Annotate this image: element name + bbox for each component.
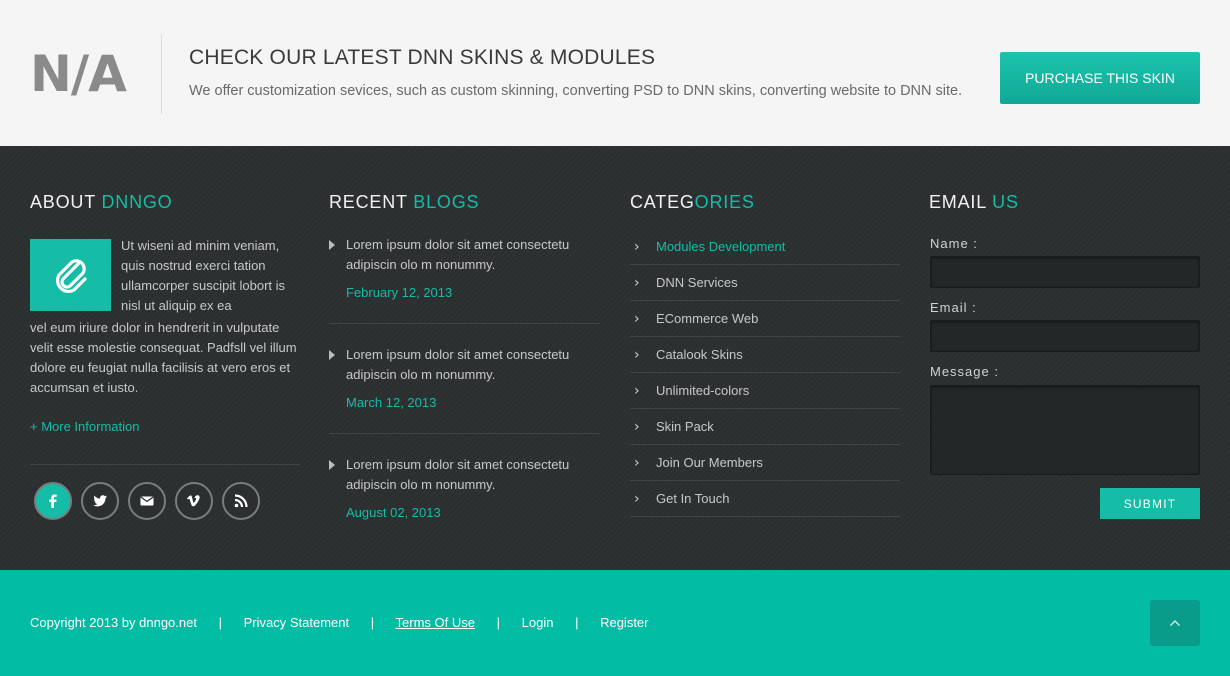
login-link[interactable]: Login <box>522 615 554 630</box>
email-us-title: EMAIL US <box>929 192 1019 213</box>
separator: | <box>370 615 375 630</box>
blog-date: February 12, 2013 <box>346 285 453 300</box>
promo-banner: N/A CHECK OUR LATEST DNN SKINS & MODULES… <box>0 0 1230 146</box>
chevron-right-icon: › <box>634 311 640 327</box>
message-label: Message : <box>930 364 999 379</box>
site-logo[interactable]: N/A <box>30 44 127 104</box>
category-label: Join Our Members <box>656 455 763 470</box>
chevron-right-icon: › <box>634 419 640 435</box>
banner-subtitle: We offer customization sevices, such as … <box>189 83 963 99</box>
triangle-right-icon <box>329 460 335 470</box>
separator: | <box>496 615 500 630</box>
chevron-up-icon <box>1170 620 1180 626</box>
submit-button[interactable]: SUBMIT <box>1100 488 1200 519</box>
blog-date: August 02, 2013 <box>346 505 441 520</box>
privacy-statement-link[interactable]: Privacy Statement <box>244 615 350 630</box>
blogs-title-highlight: BLOGS <box>413 192 480 212</box>
category-item[interactable]: › Catalook Skins <box>630 337 900 373</box>
rss-icon[interactable] <box>222 482 260 520</box>
category-item[interactable]: › ECommerce Web <box>630 301 900 337</box>
facebook-icon[interactable] <box>34 482 72 520</box>
email-field[interactable] <box>930 320 1200 352</box>
email-title-text: EMAIL <box>929 192 993 212</box>
category-item[interactable]: › DNN Services <box>630 265 900 301</box>
chevron-right-icon: › <box>634 383 640 399</box>
blog-divider <box>329 433 600 434</box>
paperclip-icon <box>30 239 111 311</box>
category-item[interactable]: › Modules Development <box>630 229 900 265</box>
banner-divider <box>161 34 162 114</box>
back-to-top-button[interactable] <box>1150 600 1200 646</box>
email-title-highlight: US <box>992 192 1019 212</box>
mail-icon[interactable] <box>128 482 166 520</box>
about-text-body: vel eum iriure dolor in hendrerit in vul… <box>30 320 297 395</box>
category-item[interactable]: › Join Our Members <box>630 445 900 481</box>
categories-title-text: CATEG <box>630 192 695 212</box>
purchase-skin-button[interactable]: PURCHASE THIS SKIN <box>1000 52 1200 104</box>
bottom-bar: Copyright 2013 by dnngo.net | Privacy St… <box>0 570 1230 676</box>
message-field[interactable] <box>930 385 1200 475</box>
chevron-right-icon: › <box>634 455 640 471</box>
terms-of-use-link[interactable]: Terms Of Use <box>396 615 475 630</box>
category-label: Get In Touch <box>656 491 730 506</box>
about-title: ABOUT DNNGO <box>30 192 172 213</box>
triangle-right-icon <box>329 350 335 360</box>
category-label: Unlimited-colors <box>656 383 750 398</box>
twitter-icon[interactable] <box>81 482 119 520</box>
category-item[interactable]: › Get In Touch <box>630 481 900 517</box>
footer-widgets: ABOUT DNNGO Ut wiseni ad minim veniam, q… <box>0 146 1230 570</box>
category-item[interactable]: › Unlimited-colors <box>630 373 900 409</box>
footer-links: Copyright 2013 by dnngo.net | Privacy St… <box>30 615 649 630</box>
name-field[interactable] <box>930 256 1200 288</box>
banner-title: CHECK OUR LATEST DNN SKINS & MODULES <box>189 46 656 69</box>
triangle-right-icon <box>329 240 335 250</box>
register-link[interactable]: Register <box>600 615 648 630</box>
blog-link[interactable]: Lorem ipsum dolor sit amet consectetu ad… <box>346 345 601 385</box>
about-title-text: ABOUT <box>30 192 102 212</box>
categories-title: CATEGORIES <box>630 192 755 213</box>
blog-link[interactable]: Lorem ipsum dolor sit amet consectetu ad… <box>346 235 601 275</box>
categories-title-highlight: ORIES <box>694 192 755 212</box>
category-label: Skin Pack <box>656 419 714 434</box>
category-label: DNN Services <box>656 275 738 290</box>
vimeo-icon[interactable] <box>175 482 213 520</box>
blog-link[interactable]: Lorem ipsum dolor sit amet consectetu ad… <box>346 455 601 495</box>
name-label: Name : <box>930 236 978 251</box>
about-text-intro: Ut wiseni ad minim veniam, quis nostrud … <box>121 238 286 313</box>
chevron-right-icon: › <box>634 239 640 255</box>
blog-divider <box>329 323 600 324</box>
blog-date: March 12, 2013 <box>346 395 437 410</box>
blogs-title-text: RECENT <box>329 192 414 212</box>
about-divider <box>30 464 300 465</box>
more-information-link[interactable]: + More Information <box>30 419 139 434</box>
about-title-highlight: DNNGO <box>101 192 173 212</box>
chevron-right-icon: › <box>634 347 640 363</box>
copyright-text: Copyright 2013 by dnngo.net <box>30 615 197 630</box>
separator: | <box>575 615 579 630</box>
chevron-right-icon: › <box>634 275 640 291</box>
chevron-right-icon: › <box>634 491 640 507</box>
category-label: ECommerce Web <box>656 311 759 326</box>
category-label: Catalook Skins <box>656 347 743 362</box>
category-label: Modules Development <box>656 239 786 254</box>
category-item[interactable]: › Skin Pack <box>630 409 900 445</box>
separator: | <box>218 615 222 630</box>
email-label: Email : <box>930 300 977 315</box>
recent-blogs-title: RECENT BLOGS <box>329 192 479 213</box>
